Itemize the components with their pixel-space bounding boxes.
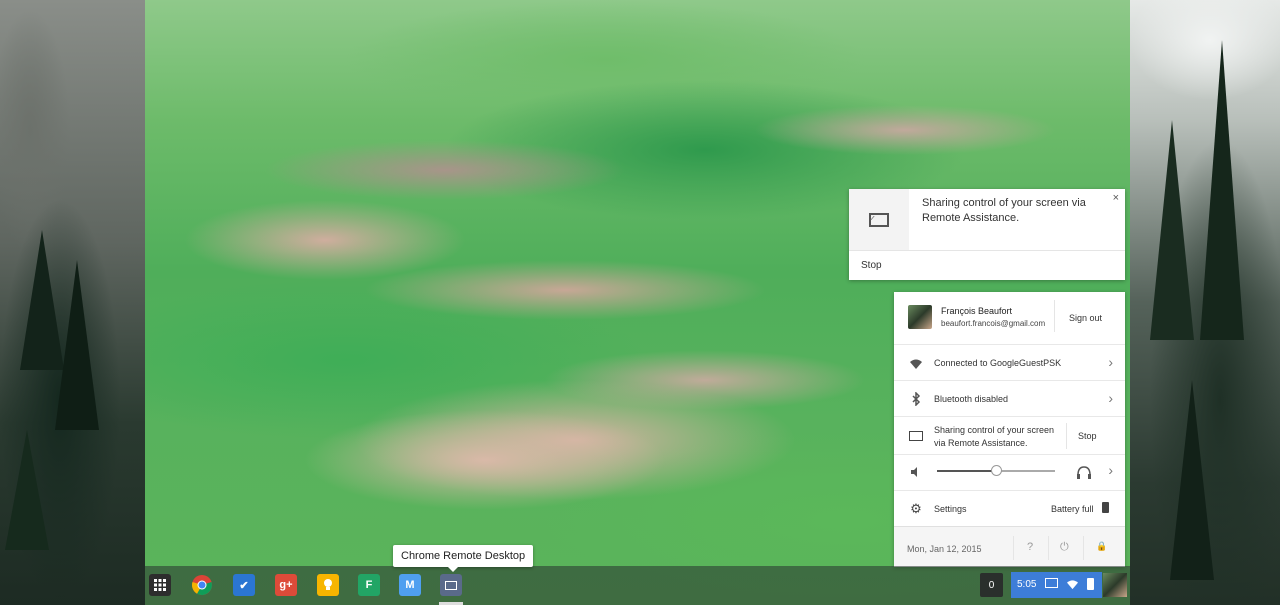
remote-assistance-notification: Sharing control of your screen via Remot… bbox=[849, 189, 1125, 280]
volume-row: › bbox=[894, 454, 1125, 490]
user-name: François Beaufort bbox=[941, 306, 1013, 316]
avatar bbox=[908, 305, 932, 329]
battery-label: Battery full bbox=[1051, 504, 1094, 514]
battery-icon bbox=[1102, 502, 1109, 513]
close-icon[interactable]: × bbox=[1113, 192, 1119, 204]
sharing-stop-button[interactable]: Stop bbox=[1078, 431, 1097, 441]
date-label[interactable]: Mon, Jan 12, 2015 bbox=[907, 544, 982, 554]
remote-desktop-icon[interactable] bbox=[440, 574, 462, 596]
screen-share-icon bbox=[869, 212, 889, 227]
volume-slider-fill bbox=[937, 470, 996, 472]
gmail-icon[interactable]: M bbox=[399, 574, 421, 596]
launcher-icon[interactable] bbox=[149, 574, 171, 596]
volume-slider-thumb[interactable] bbox=[991, 465, 1002, 476]
notification-stop-button[interactable]: Stop bbox=[849, 250, 1125, 280]
keep-icon[interactable] bbox=[317, 574, 339, 596]
chevron-right-icon: › bbox=[1108, 354, 1113, 370]
clock: 5:05 bbox=[1017, 579, 1037, 590]
wallpaper-right-forest bbox=[1130, 0, 1280, 605]
divider bbox=[1048, 536, 1049, 560]
wifi-icon bbox=[1066, 579, 1079, 593]
screen-share-icon bbox=[909, 429, 923, 443]
sign-out-button[interactable]: Sign out bbox=[1069, 313, 1102, 323]
sharing-row: Sharing control of your screen via Remot… bbox=[894, 416, 1125, 454]
chevron-right-icon[interactable]: › bbox=[1108, 462, 1113, 478]
notification-count-badge[interactable]: 0 bbox=[980, 573, 1003, 597]
tray-footer: Mon, Jan 12, 2015 ? ⏻ 🔒 bbox=[894, 526, 1125, 567]
notification-message: Sharing control of your screen via Remot… bbox=[922, 197, 1086, 224]
gear-icon: ⚙ bbox=[910, 501, 922, 516]
network-label: Connected to GoogleGuestPSK bbox=[934, 358, 1062, 368]
status-area[interactable]: 5:05 bbox=[1011, 572, 1102, 598]
chevron-right-icon: › bbox=[1108, 390, 1113, 406]
lock-icon[interactable]: 🔒 bbox=[1096, 541, 1107, 552]
divider bbox=[1083, 536, 1084, 560]
bluetooth-row[interactable]: Bluetooth disabled › bbox=[894, 380, 1125, 416]
bluetooth-label: Bluetooth disabled bbox=[934, 394, 1009, 404]
wallpaper-left-forest bbox=[0, 0, 145, 605]
network-row[interactable]: Connected to GoogleGuestPSK › bbox=[894, 344, 1125, 380]
system-tray-bubble: François Beaufort beaufort.francois@gmai… bbox=[894, 292, 1125, 567]
battery-icon bbox=[1087, 578, 1094, 590]
sheets-icon[interactable]: F bbox=[358, 574, 380, 596]
divider bbox=[1013, 536, 1014, 560]
user-email: beaufort.francois@gmail.com bbox=[941, 319, 1046, 328]
notification-icon-box bbox=[849, 189, 909, 250]
shelf-tooltip: Chrome Remote Desktop bbox=[393, 545, 534, 572]
volume-slider[interactable] bbox=[937, 465, 1055, 476]
headphones-icon[interactable] bbox=[1076, 465, 1092, 482]
tasks-icon[interactable]: ✔ bbox=[233, 574, 255, 596]
sharing-label: Sharing control of your screen via Remot… bbox=[934, 425, 1055, 448]
user-row: François Beaufort beaufort.francois@gmai… bbox=[894, 292, 1125, 340]
google-plus-icon[interactable]: g+ bbox=[275, 574, 297, 596]
volume-icon[interactable] bbox=[909, 465, 923, 479]
divider bbox=[1066, 423, 1067, 449]
settings-label: Settings bbox=[934, 504, 967, 514]
bluetooth-icon bbox=[909, 392, 923, 406]
wifi-icon bbox=[909, 357, 923, 371]
screen-share-icon bbox=[1045, 578, 1058, 588]
help-icon[interactable]: ? bbox=[1027, 541, 1033, 553]
divider bbox=[1054, 300, 1055, 332]
chrome-icon[interactable] bbox=[191, 574, 213, 596]
settings-row[interactable]: ⚙ Settings Battery full bbox=[894, 490, 1125, 526]
avatar[interactable] bbox=[1103, 573, 1127, 597]
power-icon[interactable]: ⏻ bbox=[1060, 541, 1069, 554]
